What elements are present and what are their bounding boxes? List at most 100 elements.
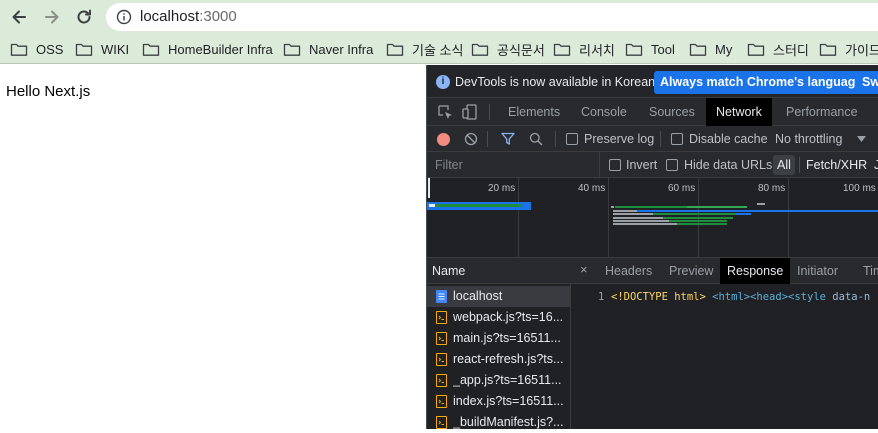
device-toolbar-icon[interactable] [461,103,479,121]
request-list-header: Name [427,258,571,284]
script-icon [436,353,447,366]
url-text[interactable]: localhost:3000 [140,8,237,25]
url-host: localhost [140,8,200,25]
tab-preview[interactable]: Preview [662,258,720,284]
bookmark-my[interactable]: My [689,40,732,58]
devtools-panel: i DevTools is now available in Korean! A… [426,65,878,429]
request-row[interactable]: react-refresh.js?ts... [427,349,570,370]
close-detail-icon[interactable]: × [580,262,588,277]
hide-data-urls-label: Hide data URLs [684,158,773,172]
request-row[interactable]: main.js?ts=16511... [427,328,570,349]
script-icon [436,311,447,324]
bookmark-label: 스터디 [773,42,809,58]
back-arrow-icon [12,10,26,24]
network-overview[interactable]: 20 ms 40 ms 60 ms 80 ms 100 ms [427,178,878,258]
tab-timing[interactable]: Tim [856,258,878,284]
invert-label: Invert [626,158,658,172]
tab-sources[interactable]: Sources [639,98,705,126]
clear-icon[interactable] [464,132,478,146]
record-icon[interactable] [437,133,450,146]
search-icon[interactable] [529,132,543,146]
response-code[interactable]: <!DOCTYPE html> <html><head><style data-… [611,291,870,303]
request-row[interactable]: _buildManifest.js?... [427,412,570,433]
folder-icon [10,43,28,56]
document-icon [436,290,447,303]
throttling-select[interactable]: No throttling [775,132,842,146]
info-icon: i [436,75,450,89]
filter-icon[interactable] [501,132,515,146]
bookmark-label: OSS [36,41,64,57]
folder-icon [819,43,837,56]
bookmark-study[interactable]: 스터디 [747,40,809,58]
match-language-button[interactable]: Always match Chrome's language [654,71,869,94]
timeline-tick: 20 ms [488,183,516,194]
bookmark-tool[interactable]: Tool [625,40,675,58]
request-row[interactable]: index.js?ts=16511... [427,391,570,412]
timeline-bar [613,223,677,225]
bookmark-official-docs[interactable]: 공식문서 [471,40,545,58]
line-number: 1 [598,291,605,303]
timeline-bar [663,217,733,219]
request-row[interactable]: webpack.js?ts=16... [427,307,570,328]
tab-performance[interactable]: Performance [776,98,868,126]
url-port: :3000 [199,8,237,25]
bookmark-guide[interactable]: 가이드 [819,40,878,58]
request-list: Name localhost webpack.js?ts=16... main.… [427,258,571,429]
forward-button[interactable] [40,5,64,29]
request-row[interactable]: localhost [427,286,570,307]
request-name: webpack.js?ts=16... [453,310,564,324]
bookmark-label: 리서치 [579,42,615,58]
folder-icon [553,43,571,56]
inspect-element-icon[interactable] [437,104,453,120]
chevron-down-icon [857,136,866,142]
preserve-log-label: Preserve log [584,132,655,146]
code-gutter [571,284,605,429]
bookmark-label: 가이드 [845,42,878,58]
filter-fetch-xhr[interactable]: Fetch/XHR [806,158,867,172]
tab-headers[interactable]: Headers [598,258,659,284]
site-info-icon[interactable] [116,9,132,25]
request-detail: × Headers Preview Response Initiator Tim… [571,258,878,429]
address-bar[interactable]: localhost:3000 [106,3,878,31]
bookmark-label: HomeBuilder Infra [168,41,273,57]
bookmark-wiki[interactable]: WIKI [75,40,129,58]
bookmark-homebuilder-infra[interactable]: HomeBuilder Infra [142,40,273,58]
filter-all-label: All [777,158,791,172]
tab-elements[interactable]: Elements [498,98,570,126]
tab-console[interactable]: Console [571,98,637,126]
request-row[interactable]: _app.js?ts=16511... [427,370,570,391]
folder-icon [689,43,707,56]
timeline-bar [687,206,747,208]
browser-toolbar: localhost:3000 [0,0,878,34]
filter-input[interactable]: Filter [435,158,463,172]
request-name: main.js?ts=16511... [453,331,561,345]
code-head-tag: <head> [750,291,789,303]
timeline-gridline [518,178,519,257]
script-icon [436,332,447,345]
preserve-log-checkbox[interactable] [566,133,578,145]
reload-button[interactable] [72,5,96,29]
tab-network[interactable]: Network [706,98,772,126]
back-button[interactable] [7,5,31,29]
folder-icon [625,43,643,56]
switch-language-button[interactable]: Swi [856,71,878,94]
tab-initiator[interactable]: Initiator [790,258,845,284]
invert-checkbox[interactable] [609,159,621,171]
bookmark-oss[interactable]: OSS [10,40,63,58]
filter-js[interactable]: J [874,158,878,172]
disable-cache-checkbox[interactable] [671,133,683,145]
bookmark-label: 공식문서 [497,42,545,58]
code-doctype: <!DOCTYPE html> [611,291,706,303]
timeline-bar [611,206,614,208]
hide-data-urls-checkbox[interactable] [666,159,678,171]
request-name: react-refresh.js?ts... [453,352,564,366]
bookmark-naver-infra[interactable]: Naver Infra [283,40,373,58]
bookmark-research[interactable]: 리서치 [553,40,615,58]
bookmark-tech-news[interactable]: 기술 소식 [386,40,463,58]
script-icon [436,374,447,387]
name-column-header[interactable]: Name [432,264,465,278]
tab-response[interactable]: Response [720,258,791,284]
timeline-bar [637,210,878,212]
filter-all-chip[interactable]: All [773,155,795,175]
overview-handle[interactable] [428,178,430,198]
